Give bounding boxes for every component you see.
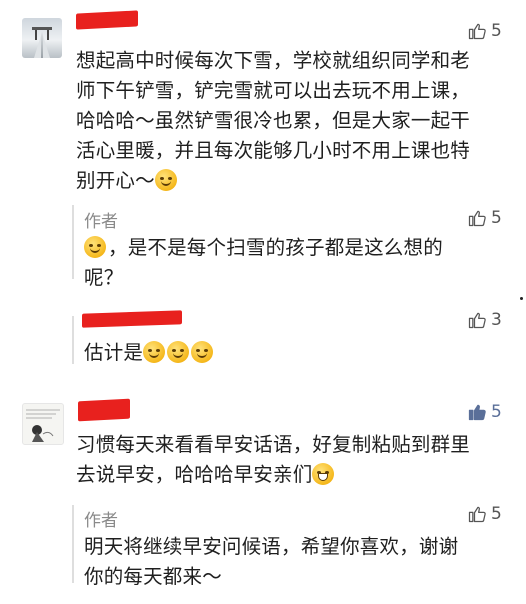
thumbs-up-icon bbox=[468, 506, 486, 523]
comment-line: 想起高中时候每次下雪，学校就组织同学和老 bbox=[76, 49, 471, 72]
thinking-emoji bbox=[143, 341, 166, 363]
avatar[interactable] bbox=[22, 403, 64, 445]
thumbs-up-icon bbox=[468, 312, 486, 329]
reply-line: 你的每天都来～ bbox=[84, 565, 222, 588]
reply-divider bbox=[72, 316, 74, 364]
reply-divider bbox=[72, 505, 74, 583]
reply-line: ，是不是每个扫雪的孩子都是这么想的 bbox=[108, 236, 443, 259]
like-button[interactable]: 5 bbox=[467, 208, 502, 228]
comment-line: 别开心～ bbox=[76, 169, 155, 192]
like-count: 5 bbox=[491, 208, 502, 228]
grin-emoji bbox=[312, 463, 335, 485]
like-button[interactable]: 5 bbox=[467, 402, 502, 422]
comment-line: 哈哈哈～虽然铲雪很冷也累，但是大家一起干 bbox=[76, 109, 471, 132]
reply-line: 呢？ bbox=[84, 266, 124, 289]
thinking-emoji bbox=[191, 341, 214, 363]
comment-line: 师下午铲雪，铲完雪就可以出去玩不用上课， bbox=[76, 79, 471, 102]
like-button[interactable]: 5 bbox=[467, 21, 502, 41]
laughing-emoji bbox=[154, 169, 177, 191]
comment-line: 活心里暖，并且每次能够几小时不用上课也特 bbox=[76, 139, 471, 162]
sub-reply-text: 估计是 bbox=[84, 338, 215, 368]
thumbs-up-icon bbox=[468, 23, 486, 40]
reply-author: 作者 bbox=[84, 212, 118, 232]
like-count: 5 bbox=[491, 402, 502, 422]
redacted-username bbox=[82, 310, 182, 328]
dot bbox=[520, 297, 523, 300]
comment-line: 去说早安，哈哈哈早安亲们 bbox=[76, 463, 313, 486]
comment-text: 习惯每天来看看早安话语，好复制粘贴到群里 去说早安，哈哈哈早安亲们 bbox=[76, 430, 516, 490]
reply-text: ，是不是每个扫雪的孩子都是这么想的 呢？ bbox=[84, 233, 504, 293]
comment-line: 习惯每天来看看早安话语，好复制粘贴到群里 bbox=[76, 433, 471, 456]
redacted-username bbox=[78, 398, 130, 422]
thinking-emoji bbox=[167, 341, 190, 363]
smirk-emoji bbox=[84, 236, 106, 258]
like-button[interactable]: 3 bbox=[467, 310, 502, 330]
like-button[interactable]: 5 bbox=[467, 504, 502, 524]
thumbs-up-icon bbox=[468, 404, 486, 421]
avatar[interactable] bbox=[22, 18, 62, 58]
like-count: 5 bbox=[491, 21, 502, 41]
redacted-username bbox=[76, 10, 138, 30]
like-count: 5 bbox=[491, 504, 502, 524]
reply-text: 明天将继续早安问候语，希望你喜欢，谢谢 你的每天都来～ bbox=[84, 532, 504, 592]
reply-divider bbox=[72, 205, 74, 279]
reply-line: 明天将继续早安问候语，希望你喜欢，谢谢 bbox=[84, 535, 459, 558]
comment-text: 想起高中时候每次下雪，学校就组织同学和老 师下午铲雪，铲完雪就可以出去玩不用上课… bbox=[76, 46, 516, 196]
thumbs-up-icon bbox=[468, 210, 486, 227]
sub-reply-line: 估计是 bbox=[84, 341, 144, 364]
like-count: 3 bbox=[491, 310, 502, 330]
reply-author: 作者 bbox=[84, 511, 118, 531]
